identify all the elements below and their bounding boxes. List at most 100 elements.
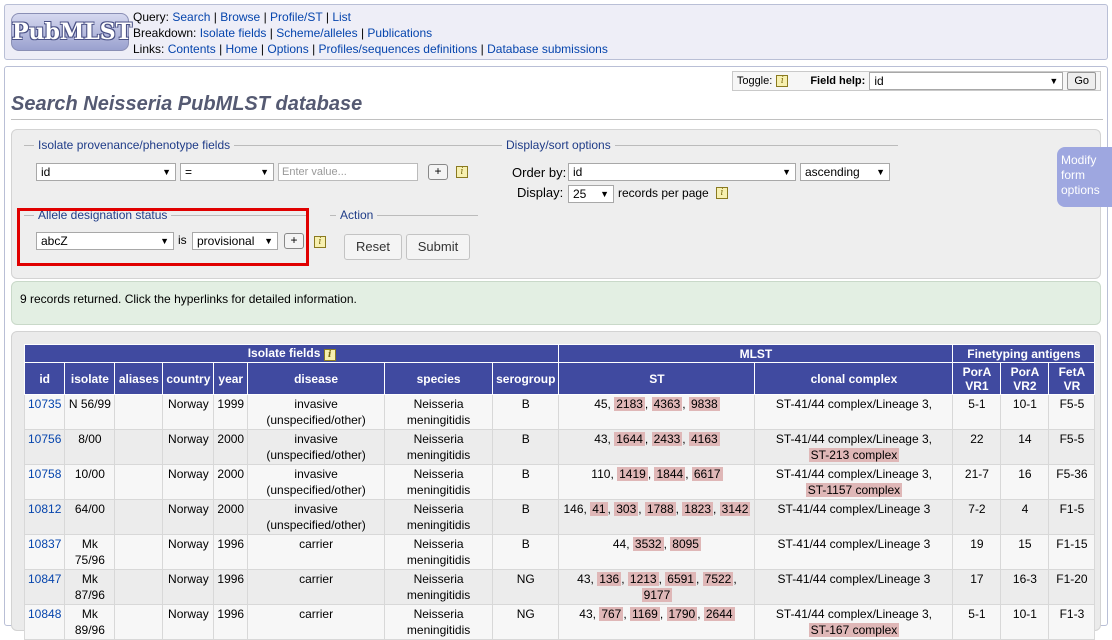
st-highlight-value: 1419 [617, 467, 648, 481]
provenance-info-icon[interactable]: i [456, 166, 468, 178]
records-per-page-select[interactable]: 25 ▼ [568, 185, 614, 203]
clonal-complex-value: ST-41/44 complex/Lineage 3, [775, 607, 932, 621]
results-body: 10735 N 56/99 Norway 1999 invasive (unspecif… [23, 394, 1096, 640]
st-highlight-value: 4363 [651, 397, 683, 411]
col-year[interactable]: year [213, 362, 249, 395]
query-link-list[interactable]: List [332, 10, 351, 24]
st-value: 146 [563, 502, 584, 516]
chevron-down-icon: ▼ [876, 167, 885, 177]
breakdown-link-publications[interactable]: Publications [367, 26, 432, 40]
isolate-id-link[interactable]: 10848 [28, 607, 61, 621]
col-st[interactable]: ST [558, 362, 756, 395]
isolate-fields-info-icon[interactable]: i [323, 349, 336, 361]
col-disease[interactable]: disease [247, 362, 386, 395]
st-highlight-value: 1823 [682, 502, 713, 516]
cell-st: 146, 41, 303, 1788, 1823, 3142 [558, 499, 756, 535]
order-by-select[interactable]: id ▼ [568, 163, 796, 181]
st-highlight-value: 3142 [719, 502, 751, 516]
breakdown-link-scheme-alleles[interactable]: Scheme/alleles [276, 26, 357, 40]
query-link-browse[interactable]: Browse [220, 10, 260, 24]
st-highlight-value: 767 [599, 607, 624, 621]
col-pora-vr2[interactable]: PorA VR2 [1000, 362, 1050, 395]
allele-info-icon[interactable]: i [314, 236, 326, 248]
cell-feta-vr: F1-15 [1048, 534, 1096, 570]
col-species[interactable]: species [384, 362, 494, 395]
cell-serogroup: B [492, 429, 560, 465]
link-database-submissions[interactable]: Database submissions [487, 42, 608, 56]
query-link-search[interactable]: Search [172, 10, 210, 24]
cell-aliases [114, 604, 164, 640]
cell-pora-vr1: 19 [952, 534, 1002, 570]
isolate-id-link[interactable]: 10758 [28, 467, 61, 481]
go-button[interactable]: Go [1067, 72, 1096, 90]
cell-species: Neisseria meningitidis [384, 464, 494, 500]
cell-serogroup: NG [492, 604, 560, 640]
add-field-button[interactable]: + [428, 164, 448, 180]
st-highlight-value: 1790 [666, 607, 698, 621]
provenance-field-select[interactable]: id ▼ [36, 163, 176, 181]
submit-button[interactable]: Submit [406, 234, 470, 260]
col-pora-vr1[interactable]: PorA VR1 [952, 362, 1002, 395]
link-home[interactable]: Home [226, 42, 258, 56]
cell-disease: invasive (unspecified/other) [247, 499, 386, 535]
operator-select[interactable]: = ▼ [180, 163, 274, 181]
cell-id: 10848 [23, 604, 66, 640]
reset-button[interactable]: Reset [344, 234, 402, 260]
st-highlight-value: 1844 [654, 467, 686, 481]
cell-id: 10735 [23, 394, 66, 430]
isolate-id-link[interactable]: 10847 [28, 572, 61, 586]
cell-year: 1996 [213, 569, 249, 605]
cell-pora-vr2: 16 [1000, 464, 1050, 500]
col-serogroup[interactable]: serogroup [492, 362, 560, 395]
cell-feta-vr: F1-3 [1048, 604, 1096, 640]
cell-species: Neisseria meningitidis [384, 534, 494, 570]
col-country[interactable]: country [162, 362, 215, 395]
st-highlight-value: 6617 [691, 467, 723, 481]
cell-year: 1999 [213, 394, 249, 430]
cell-isolate: Mk 75/96 [64, 534, 116, 570]
cell-disease: carrier [247, 534, 386, 570]
toggle-info-icon[interactable]: i [776, 75, 789, 87]
cell-country: Norway [162, 464, 215, 500]
cell-pora-vr2: 15 [1000, 534, 1050, 570]
clonal-complex-highlight: ST-167 complex [808, 623, 900, 637]
clonal-complex-value: ST-41/44 complex/Lineage 3 [777, 502, 931, 516]
clonal-complex-value: ST-41/44 complex/Lineage 3, [775, 397, 932, 411]
st-value: 110 [591, 467, 611, 481]
breakdown-link-isolate-fields[interactable]: Isolate fields [200, 26, 267, 40]
st-highlight-value: 2644 [703, 607, 735, 621]
modify-form-options-button[interactable]: Modify form options [1057, 147, 1112, 207]
isolate-id-link[interactable]: 10756 [28, 432, 61, 446]
display-info-icon[interactable]: i [716, 187, 728, 199]
cell-serogroup: B [492, 394, 560, 430]
value-input[interactable]: Enter value... [278, 163, 418, 181]
cell-year: 2000 [213, 464, 249, 500]
col-isolate[interactable]: isolate [64, 362, 116, 395]
isolate-id-link[interactable]: 10735 [28, 397, 61, 411]
cell-species: Neisseria meningitidis [384, 394, 494, 430]
link-options[interactable]: Options [267, 42, 308, 56]
st-highlight-value: 136 [597, 572, 622, 586]
st-highlight-value: 1213 [627, 572, 659, 586]
st-value: 44 [612, 537, 627, 551]
isolate-id-link[interactable]: 10812 [28, 502, 61, 516]
main-panel: Toggle: i Field help: id ▼ Go Search Neis… [4, 66, 1112, 640]
clonal-complex-highlight: ST-1157 complex [805, 483, 903, 497]
cell-clonal-complex: ST-41/44 complex/Lineage 3 [754, 499, 954, 535]
results-panel: Isolate fields i MLST Finetyping antigen… [11, 331, 1101, 640]
order-direction-select[interactable]: ascending ▼ [800, 163, 890, 181]
field-help-select[interactable]: id ▼ [869, 72, 1064, 90]
st-highlight-value: 4163 [688, 432, 720, 446]
link-contents[interactable]: Contents [168, 42, 216, 56]
records-message: 9 records returned. Click the hyperlinks… [11, 281, 1101, 325]
col-id[interactable]: id [23, 362, 66, 395]
pubmlst-logo[interactable]: PubMLST [11, 13, 132, 51]
col-clonal-complex[interactable]: clonal complex [754, 362, 954, 395]
help-toolbar: Toggle: i Field help: id ▼ Go [731, 71, 1101, 91]
cell-pora-vr1: 7-2 [952, 499, 1002, 535]
col-aliases[interactable]: aliases [114, 362, 164, 395]
col-feta-vr[interactable]: FetA VR [1048, 362, 1096, 395]
query-link-profile[interactable]: Profile/ST [270, 10, 322, 24]
link-profiles-definitions[interactable]: Profiles/sequences definitions [319, 42, 478, 56]
isolate-id-link[interactable]: 10837 [28, 537, 61, 551]
